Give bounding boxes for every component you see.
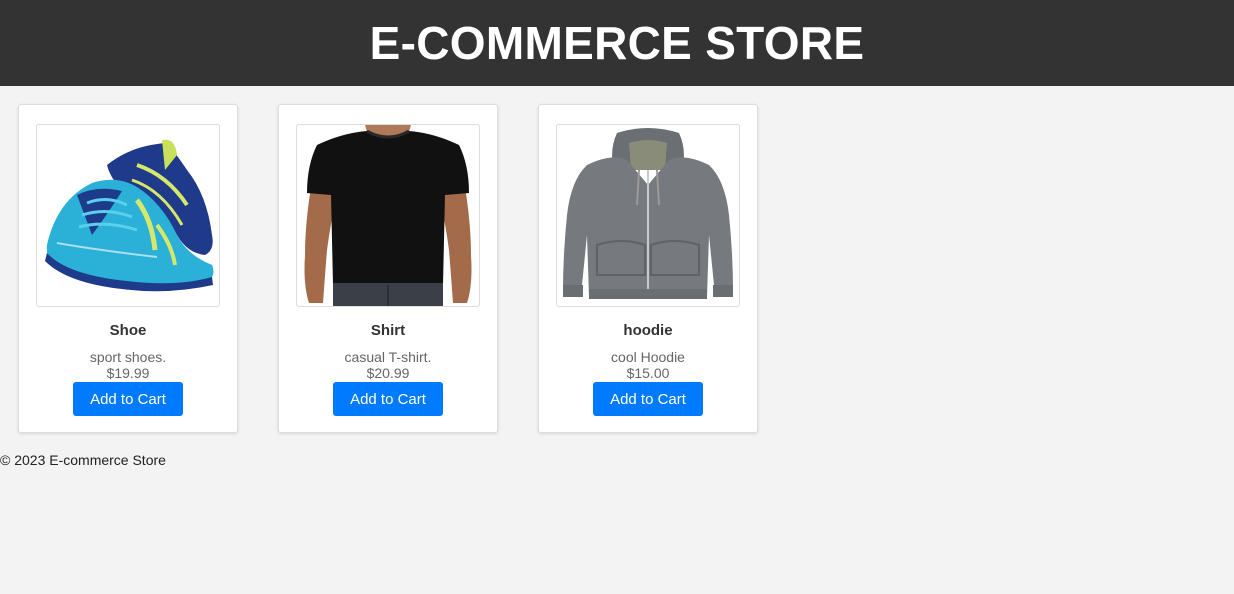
product-name: hoodie <box>623 322 673 339</box>
site-footer: © 2023 E-commerce Store <box>0 452 166 468</box>
product-price: $19.99 <box>106 365 150 381</box>
product-card-shoe: Shoe sport shoes. $19.99 Add to Cart <box>18 104 238 433</box>
add-to-cart-button[interactable]: Add to Cart <box>333 382 443 416</box>
add-to-cart-button[interactable]: Add to Cart <box>593 382 703 416</box>
hoodie-image <box>556 124 740 307</box>
product-card-hoodie: hoodie cool Hoodie $15.00 Add to Cart <box>538 104 758 433</box>
sneaker-image <box>36 124 220 307</box>
add-to-cart-button[interactable]: Add to Cart <box>73 382 183 416</box>
product-name: Shirt <box>370 322 406 339</box>
site-title: E-COMMERCE STORE <box>369 17 865 69</box>
product-description: casual T-shirt. <box>344 349 432 365</box>
product-card-shirt: Shirt casual T-shirt. $20.99 Add to Cart <box>278 104 498 433</box>
product-price: $20.99 <box>366 365 410 381</box>
product-grid: Shoe sport shoes. $19.99 Add to Cart Shi… <box>18 104 758 433</box>
product-price: $15.00 <box>626 365 670 381</box>
product-name: Shoe <box>109 322 147 339</box>
tshirt-image <box>296 124 480 307</box>
product-description: cool Hoodie <box>611 349 685 365</box>
site-header: E-COMMERCE STORE <box>0 0 1234 86</box>
product-description: sport shoes. <box>89 349 167 365</box>
